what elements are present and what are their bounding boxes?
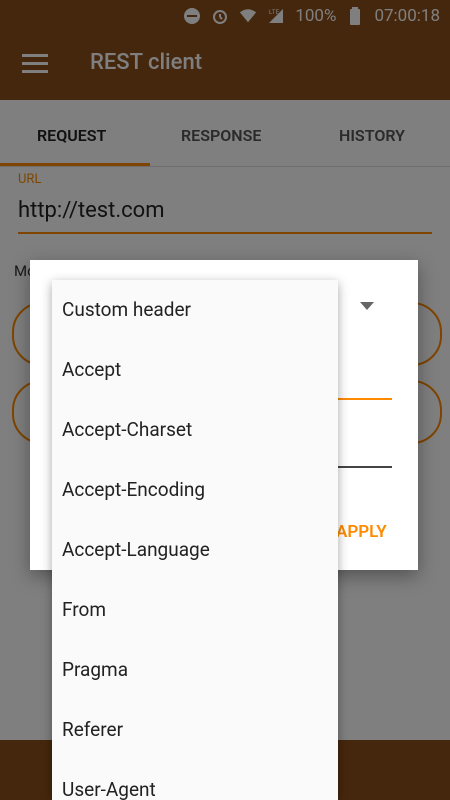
menu-item-referer[interactable]: Referer (62, 718, 123, 741)
apply-button[interactable]: APPLY (336, 522, 387, 542)
menu-item-accept[interactable]: Accept (62, 358, 121, 381)
menu-item-accept-charset[interactable]: Accept-Charset (62, 418, 192, 441)
header-dropdown-menu: Custom header Accept Accept-Charset Acce… (52, 280, 338, 800)
menu-item-from[interactable]: From (62, 598, 106, 621)
header-name-field[interactable] (330, 398, 392, 400)
dropdown-arrow-icon[interactable] (360, 302, 374, 310)
menu-item-accept-language[interactable]: Accept-Language (62, 538, 210, 561)
menu-item-pragma[interactable]: Pragma (62, 658, 128, 681)
menu-item-accept-encoding[interactable]: Accept-Encoding (62, 478, 205, 501)
menu-item-custom-header[interactable]: Custom header (62, 298, 191, 321)
menu-item-user-agent[interactable]: User-Agent (62, 778, 156, 800)
header-value-field[interactable] (330, 466, 392, 468)
